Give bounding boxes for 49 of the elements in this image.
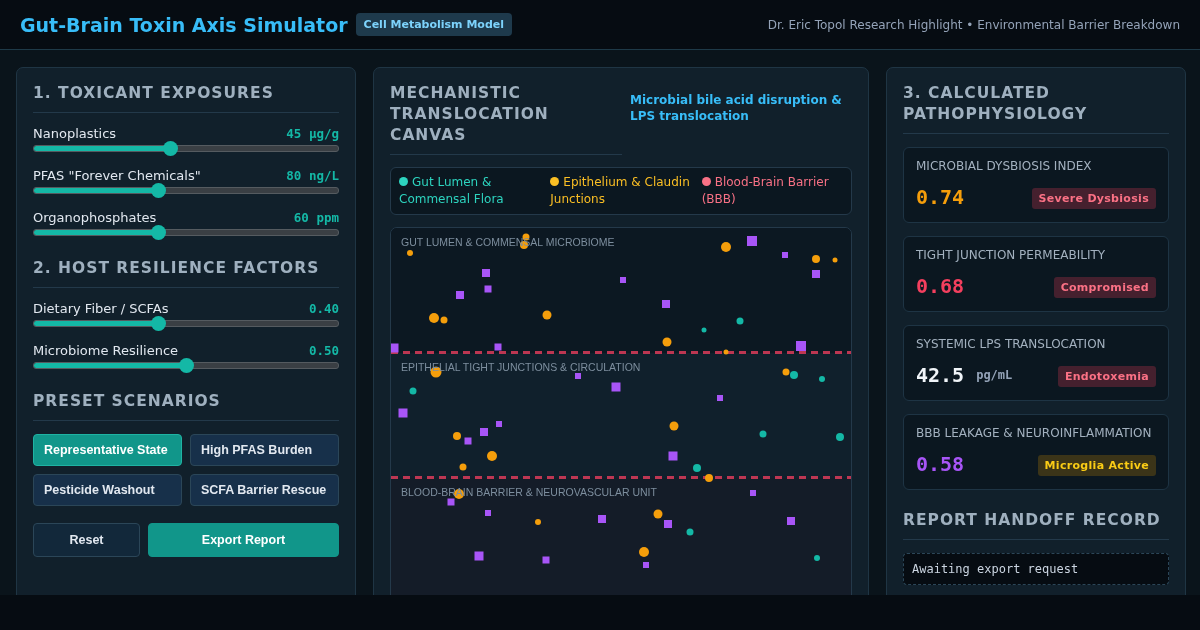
slider-reading: 60 ppm <box>293 210 339 225</box>
metric-value: 0.68 <box>916 273 965 298</box>
metric-label: TIGHT JUNCTION PERMEABILITY <box>916 248 1107 262</box>
metric-value: 42.5 <box>916 362 965 387</box>
slider-thumb[interactable] <box>151 225 167 240</box>
export-button[interactable]: Export Report <box>148 523 339 557</box>
canvas-subtitle: Microbial bile acid disruption & LPS translocation <box>630 92 843 124</box>
preset-button[interactable]: SCFA Barrier Rescue <box>190 474 339 506</box>
slider-thumb[interactable] <box>178 358 194 373</box>
metric-label: MICROBIAL DYSBIOSIS INDEX <box>916 159 1093 173</box>
slider-label: Organophosphates <box>33 210 157 225</box>
legend-item: Blood-Brain Barrier (BBB) <box>701 174 830 208</box>
slider-reading: 80 ng/L <box>286 168 339 183</box>
model-badge: Cell Metabolism Model <box>355 13 512 36</box>
header-tagline: Dr. Eric Topol Research Highlight • Environmental Barrier Breakdown <box>767 17 1180 32</box>
slider-label: PFAS "Forever Chemicals" <box>33 168 201 183</box>
metric-unit: pg/mL <box>976 367 1013 382</box>
panel-heading: MECHANISTIC TRANSLOCATION CANVAS <box>390 83 622 155</box>
slider-reading: 0.40 <box>308 301 339 316</box>
slider-thumb[interactable] <box>151 183 167 198</box>
panel-heading: 3. CALCULATED PATHOPHYSIOLOGY <box>903 83 1169 134</box>
report-log: Awaiting export request <box>903 553 1169 585</box>
slider-thumb[interactable] <box>151 316 167 331</box>
section-heading: 1. TOXICANT EXPOSURES <box>33 83 339 113</box>
slider-reading: 0.50 <box>308 343 339 358</box>
slider-thumb[interactable] <box>163 141 179 156</box>
slider-reading: 45 µg/g <box>286 126 339 141</box>
slider-label: Dietary Fiber / SCFAs <box>33 301 169 316</box>
preset-button[interactable]: High PFAS Burden <box>190 434 339 466</box>
slider-label: Microbiome Resilience <box>33 343 179 358</box>
preset-button[interactable]: Pesticide Washout <box>33 474 182 506</box>
section-heading: 2. HOST RESILIENCE FACTORS <box>33 258 339 288</box>
legend-item: Gut Lumen & Commensal Flora <box>399 174 505 208</box>
status-badge: Microglia Active <box>1037 455 1156 476</box>
status-badge: Endotoxemia <box>1057 366 1156 387</box>
slider-label: Nanoplastics <box>33 126 117 141</box>
reset-button[interactable]: Reset <box>33 523 140 557</box>
metric-value: 0.58 <box>916 451 965 476</box>
legend-item: Epithelium & Claudin Junctions <box>550 174 691 208</box>
metric-value: 0.74 <box>916 184 965 209</box>
preset-button[interactable]: Representative State <box>33 434 182 466</box>
status-badge: Severe Dysbiosis <box>1031 188 1156 209</box>
status-badge: Compromised <box>1053 277 1156 298</box>
metric-label: SYSTEMIC LPS TRANSLOCATION <box>916 337 1107 351</box>
section-heading: REPORT HANDOFF RECORD <box>903 510 1169 540</box>
metric-label: BBB LEAKAGE & NEUROINFLAMMATION <box>916 426 1153 440</box>
app-title: Gut-Brain Toxin Axis Simulator <box>20 13 348 36</box>
zone-label: EPITHELIAL TIGHT JUNCTIONS & CIRCULATION <box>401 361 641 373</box>
section-heading: PRESET SCENARIOS <box>33 391 339 421</box>
